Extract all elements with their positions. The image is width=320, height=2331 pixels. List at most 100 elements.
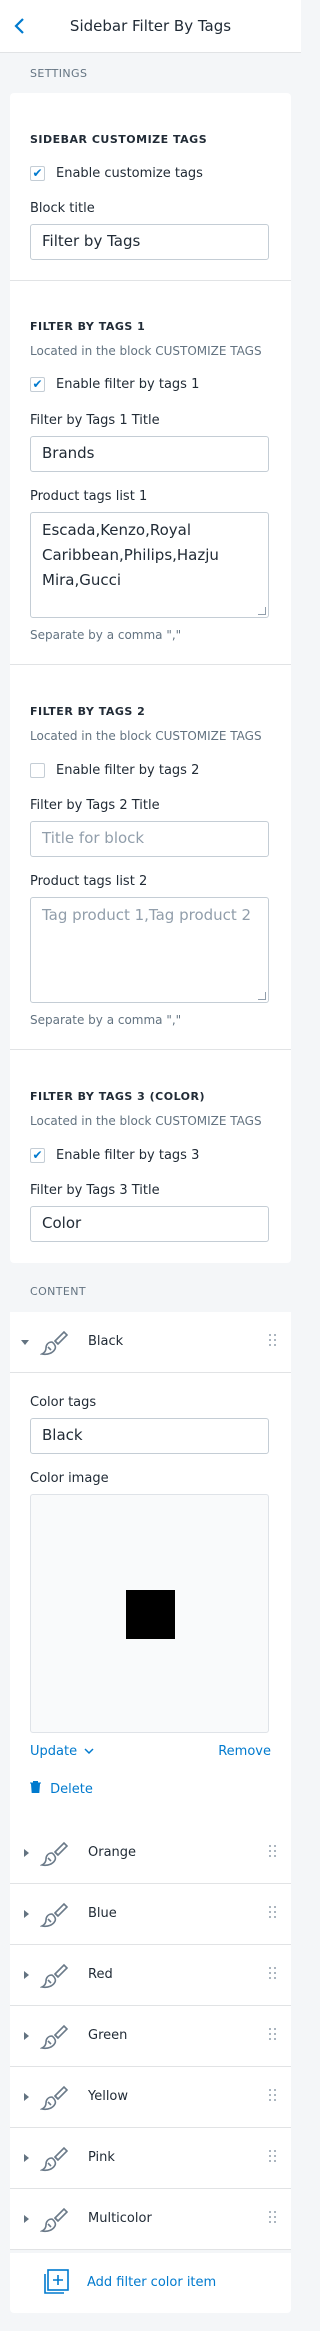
block-row[interactable]: Yellow [10, 2067, 291, 2127]
paintbrush-icon [40, 2024, 68, 2050]
settings-card [10, 93, 291, 1263]
block-name: Pink [88, 2150, 115, 2165]
color-tags-label: Color tags [30, 1395, 97, 1410]
block-name: Orange [88, 1845, 137, 1860]
tags1-title-input[interactable]: Brands [30, 436, 269, 472]
drag-handle-icon[interactable] [269, 1906, 277, 1920]
block-row[interactable]: Orange [10, 1823, 291, 1883]
resize-handle-icon[interactable] [258, 607, 266, 615]
tags2-title-label: Filter by Tags 2 Title [30, 798, 160, 813]
paintbrush-icon [40, 2146, 68, 2172]
block-name: Multicolor [88, 2211, 152, 2226]
block-row[interactable]: Pink [10, 2128, 291, 2188]
tags3-heading: FILTER BY TAGS 3 (COLOR) [30, 1090, 206, 1103]
delete-button[interactable]: Delete [30, 1781, 93, 1797]
trash-icon [30, 1781, 41, 1794]
tags2-separator-hint: Separate by a comma "," [30, 1013, 182, 1027]
drag-handle-icon[interactable] [269, 2028, 277, 2042]
textarea-placeholder: Tag product 1,Tag product 2 [42, 906, 252, 924]
resize-handle-icon[interactable] [258, 992, 266, 1000]
block-row[interactable]: Red [10, 1945, 291, 2005]
enable-tags3-label: Enable filter by tags 3 [56, 1148, 200, 1163]
textarea-line: Mira,Gucci [42, 571, 122, 589]
tags1-list-textarea[interactable]: Escada,Kenzo,Royal Caribbean,Philips,Haz… [30, 512, 269, 618]
tags1-list-label: Product tags list 1 [30, 489, 148, 504]
color-image-label: Color image [30, 1471, 109, 1486]
tags1-title-label: Filter by Tags 1 Title [30, 413, 160, 428]
tags2-list-textarea[interactable]: Tag product 1,Tag product 2 [30, 897, 269, 1003]
chevron-right-icon[interactable] [24, 2093, 29, 2101]
chevron-right-icon[interactable] [24, 1971, 29, 1979]
add-block-icon [44, 2269, 69, 2294]
chevron-right-icon[interactable] [24, 2154, 29, 2162]
tags1-separator-hint: Separate by a comma "," [30, 628, 182, 642]
tags3-title-label: Filter by Tags 3 Title [30, 1183, 160, 1198]
paintbrush-icon [40, 1902, 68, 1928]
tags1-heading: FILTER BY TAGS 1 [30, 320, 146, 333]
textarea-line: Escada,Kenzo,Royal [42, 521, 192, 539]
paintbrush-icon [40, 2207, 68, 2233]
tags2-hint: Located in the block CUSTOMIZE TAGS [30, 729, 262, 743]
block-name: Blue [88, 1906, 117, 1921]
update-label: Update [30, 1744, 78, 1759]
block-name: Black [88, 1334, 124, 1349]
divider [10, 664, 291, 665]
settings-heading: SETTINGS [30, 67, 88, 80]
delete-label: Delete [50, 1782, 93, 1797]
paintbrush-icon [40, 1330, 68, 1356]
block-row[interactable]: Multicolor [10, 2189, 291, 2249]
drag-handle-icon[interactable] [269, 1845, 277, 1859]
tags2-list-label: Product tags list 2 [30, 874, 148, 889]
block-header-black[interactable]: Black [10, 1312, 291, 1372]
color-image-picker[interactable] [30, 1494, 269, 1733]
header: Sidebar Filter By Tags [0, 0, 301, 53]
drag-handle-icon[interactable] [269, 1334, 277, 1348]
paintbrush-icon [40, 1841, 68, 1867]
chevron-down-icon [84, 1748, 94, 1755]
drag-handle-icon[interactable] [269, 2211, 277, 2225]
block-name: Yellow [88, 2089, 129, 2104]
block-title-label: Block title [30, 201, 95, 216]
enable-tags2-label: Enable filter by tags 2 [56, 763, 200, 778]
enable-customize-checkbox[interactable]: ✔ [30, 166, 45, 181]
divider [10, 1049, 291, 1050]
divider [10, 1372, 291, 1373]
update-button[interactable]: Update [30, 1744, 94, 1759]
block-name: Red [88, 1967, 113, 1982]
chevron-right-icon[interactable] [24, 1910, 29, 1918]
block-title-input[interactable]: Filter by Tags [30, 224, 269, 260]
enable-tags1-label: Enable filter by tags 1 [56, 377, 200, 392]
enable-tags1-checkbox[interactable]: ✔ [30, 377, 45, 392]
chevron-right-icon[interactable] [24, 1849, 29, 1857]
color-tags-input[interactable]: Black [30, 1418, 269, 1454]
content-heading: CONTENT [30, 1285, 86, 1298]
block-row[interactable]: Green [10, 2006, 291, 2066]
tags3-hint: Located in the block CUSTOMIZE TAGS [30, 1114, 262, 1128]
block-name: Green [88, 2028, 128, 2043]
divider [10, 280, 291, 281]
enable-tags2-checkbox[interactable] [30, 763, 45, 778]
divider [10, 2249, 291, 2250]
tags2-title-input[interactable]: Title for block [30, 821, 269, 857]
drag-handle-icon[interactable] [269, 1967, 277, 1981]
color-swatch [126, 1590, 175, 1639]
drag-handle-icon[interactable] [269, 2089, 277, 2103]
remove-button[interactable]: Remove [218, 1744, 271, 1759]
textarea-line: Caribbean,Philips,Hazju [42, 546, 219, 564]
customize-heading: SIDEBAR CUSTOMIZE TAGS [30, 133, 208, 146]
tags3-title-input[interactable]: Color [30, 1206, 269, 1242]
page-title: Sidebar Filter By Tags [69, 17, 232, 35]
chevron-right-icon[interactable] [24, 2215, 29, 2223]
add-filter-color-item-label: Add filter color item [87, 2275, 217, 2290]
enable-customize-label: Enable customize tags [56, 166, 203, 181]
add-filter-color-item-button[interactable]: Add filter color item [42, 2262, 272, 2302]
chevron-down-icon[interactable] [21, 1340, 29, 1345]
drag-handle-icon[interactable] [269, 2150, 277, 2164]
block-row[interactable]: Blue [10, 1884, 291, 1944]
paintbrush-icon [40, 1963, 68, 1989]
chevron-right-icon[interactable] [24, 2032, 29, 2040]
tags1-hint: Located in the block CUSTOMIZE TAGS [30, 344, 262, 358]
paintbrush-icon [40, 2085, 68, 2111]
tags2-heading: FILTER BY TAGS 2 [30, 705, 146, 718]
enable-tags3-checkbox[interactable]: ✔ [30, 1148, 45, 1163]
